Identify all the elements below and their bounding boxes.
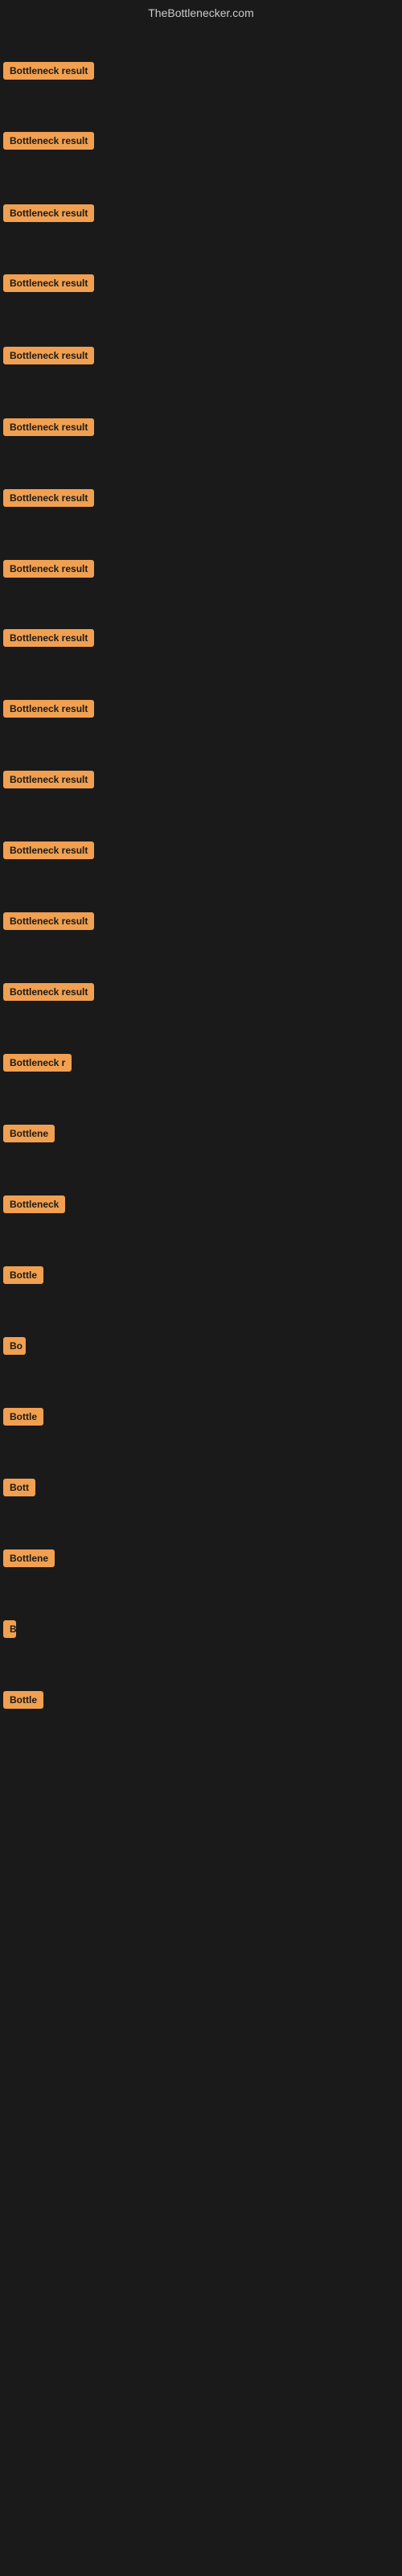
site-title: TheBottlenecker.com [0,0,402,26]
bottleneck-badge-15[interactable]: Bottleneck r [3,1054,72,1072]
bottleneck-badge-17[interactable]: Bottleneck [3,1195,65,1213]
bottleneck-row-17: Bottleneck [0,1189,402,1224]
bottleneck-badge-9[interactable]: Bottleneck result [3,629,94,647]
bottleneck-badge-20[interactable]: Bottle [3,1408,43,1426]
bottleneck-row-23: B [0,1614,402,1648]
bottleneck-row-12: Bottleneck result [0,835,402,870]
bottleneck-badge-3[interactable]: Bottleneck result [3,204,94,222]
bottleneck-row-7: Bottleneck result [0,483,402,517]
bottleneck-row-24: Bottle [0,1685,402,1719]
bottleneck-row-13: Bottleneck result [0,906,402,940]
bottleneck-badge-5[interactable]: Bottleneck result [3,347,94,364]
bottleneck-badge-13[interactable]: Bottleneck result [3,912,94,930]
bottleneck-badge-18[interactable]: Bottle [3,1266,43,1284]
bottleneck-row-15: Bottleneck r [0,1047,402,1082]
bottleneck-row-22: Bottlene [0,1543,402,1578]
bottleneck-badge-11[interactable]: Bottleneck result [3,771,94,788]
bottleneck-row-4: Bottleneck result [0,268,402,302]
bottleneck-row-10: Bottleneck result [0,693,402,728]
bottleneck-badge-21[interactable]: Bott [3,1479,35,1496]
bottleneck-badge-16[interactable]: Bottlene [3,1125,55,1142]
bottleneck-badge-7[interactable]: Bottleneck result [3,489,94,507]
bottleneck-row-3: Bottleneck result [0,198,402,232]
bottleneck-row-11: Bottleneck result [0,764,402,799]
bottleneck-row-6: Bottleneck result [0,412,402,446]
bottleneck-badge-12[interactable]: Bottleneck result [3,842,94,859]
bottleneck-row-21: Bott [0,1472,402,1507]
bottleneck-row-9: Bottleneck result [0,623,402,657]
bottleneck-row-5: Bottleneck result [0,340,402,375]
bottleneck-row-2: Bottleneck result [0,126,402,160]
bottleneck-badge-4[interactable]: Bottleneck result [3,274,94,292]
bottleneck-row-14: Bottleneck result [0,977,402,1011]
bottleneck-row-16: Bottlene [0,1118,402,1153]
bottleneck-badge-6[interactable]: Bottleneck result [3,418,94,436]
bottleneck-row-19: Bo [0,1331,402,1365]
bottleneck-badge-19[interactable]: Bo [3,1337,26,1355]
bottleneck-row-18: Bottle [0,1260,402,1294]
bottleneck-badge-8[interactable]: Bottleneck result [3,560,94,578]
bottleneck-badge-22[interactable]: Bottlene [3,1549,55,1567]
bottleneck-badge-10[interactable]: Bottleneck result [3,700,94,718]
bottleneck-badge-1[interactable]: Bottleneck result [3,62,94,80]
bottleneck-badge-23[interactable]: B [3,1620,16,1638]
bottleneck-row-1: Bottleneck result [0,56,402,90]
bottleneck-row-8: Bottleneck result [0,553,402,588]
bottleneck-badge-14[interactable]: Bottleneck result [3,983,94,1001]
bottleneck-row-20: Bottle [0,1401,402,1436]
bottleneck-badge-24[interactable]: Bottle [3,1691,43,1709]
bottleneck-badge-2[interactable]: Bottleneck result [3,132,94,150]
